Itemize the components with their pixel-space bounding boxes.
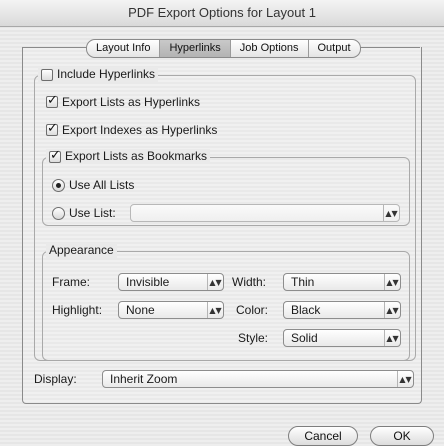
select-arrows-icon: ▲▼ bbox=[207, 274, 223, 290]
appearance-title: Appearance bbox=[49, 243, 114, 257]
display-label: Display: bbox=[34, 372, 77, 386]
export-indexes-hyperlinks-row[interactable]: Export Indexes as Hyperlinks bbox=[46, 121, 218, 138]
frame-value: Invisible bbox=[126, 275, 170, 289]
include-hyperlinks-legend: Include Hyperlinks bbox=[38, 67, 159, 82]
width-label: Width: bbox=[232, 275, 267, 289]
width-value: Thin bbox=[291, 275, 315, 289]
tab-job-options[interactable]: Job Options bbox=[231, 40, 309, 57]
export-lists-hyperlinks-checkbox[interactable] bbox=[46, 93, 58, 109]
bookmarks-legend: Export Lists as Bookmarks bbox=[46, 148, 211, 164]
use-all-lists-row[interactable]: Use All Lists bbox=[52, 177, 134, 193]
use-list-select[interactable]: ▲▼ bbox=[130, 204, 400, 222]
color-label: Color: bbox=[236, 303, 269, 317]
width-select[interactable]: Thin ▲▼ bbox=[283, 273, 401, 291]
frame-select[interactable]: Invisible ▲▼ bbox=[118, 273, 224, 291]
highlight-label: Highlight: bbox=[52, 303, 103, 317]
include-hyperlinks-label: Include Hyperlinks bbox=[57, 67, 156, 81]
select-arrows-icon: ▲▼ bbox=[384, 302, 400, 318]
include-hyperlinks-checkbox[interactable] bbox=[41, 68, 53, 81]
cancel-button[interactable]: Cancel bbox=[288, 426, 358, 446]
color-value: Black bbox=[291, 303, 321, 317]
export-indexes-hyperlinks-label: Export Indexes as Hyperlinks bbox=[62, 123, 218, 137]
use-list-row[interactable]: Use List: bbox=[52, 205, 116, 221]
color-select[interactable]: Black ▲▼ bbox=[283, 301, 401, 319]
style-select[interactable]: Solid ▲▼ bbox=[283, 329, 401, 347]
style-value: Solid bbox=[291, 331, 318, 345]
window-title: PDF Export Options for Layout 1 bbox=[128, 5, 316, 20]
use-list-radio[interactable] bbox=[52, 206, 65, 220]
style-label: Style: bbox=[238, 331, 269, 345]
frame-label: Frame: bbox=[52, 275, 91, 289]
use-list-label: Use List: bbox=[69, 206, 116, 220]
use-all-lists-label: Use All Lists bbox=[69, 178, 135, 192]
select-arrows-icon: ▲▼ bbox=[207, 302, 223, 318]
tab-layout-info[interactable]: Layout Info bbox=[87, 40, 161, 57]
window-title-bar: PDF Export Options for Layout 1 bbox=[0, 0, 444, 27]
select-arrows-icon: ▲▼ bbox=[384, 274, 400, 290]
select-arrows-icon: ▲▼ bbox=[397, 371, 413, 387]
display-value: Inherit Zoom bbox=[110, 372, 178, 386]
tab-output[interactable]: Output bbox=[309, 40, 360, 57]
tab-bar: Layout Info Hyperlinks Job Options Outpu… bbox=[86, 39, 361, 58]
export-lists-hyperlinks-label: Export Lists as Hyperlinks bbox=[62, 95, 201, 109]
export-lists-bookmarks-checkbox[interactable] bbox=[49, 148, 61, 163]
export-lists-hyperlinks-row[interactable]: Export Lists as Hyperlinks bbox=[46, 93, 201, 110]
highlight-value: None bbox=[126, 303, 155, 317]
display-select[interactable]: Inherit Zoom ▲▼ bbox=[102, 370, 414, 388]
highlight-select[interactable]: None ▲▼ bbox=[118, 301, 224, 319]
ok-button[interactable]: OK bbox=[370, 426, 434, 446]
use-all-lists-radio[interactable] bbox=[52, 178, 65, 192]
select-arrows-icon: ▲▼ bbox=[384, 330, 400, 346]
export-lists-bookmarks-label: Export Lists as Bookmarks bbox=[65, 149, 208, 163]
tab-hyperlinks[interactable]: Hyperlinks bbox=[160, 40, 231, 57]
appearance-legend: Appearance bbox=[46, 243, 117, 258]
select-arrows-icon: ▲▼ bbox=[383, 205, 399, 221]
export-indexes-hyperlinks-checkbox[interactable] bbox=[46, 121, 58, 137]
